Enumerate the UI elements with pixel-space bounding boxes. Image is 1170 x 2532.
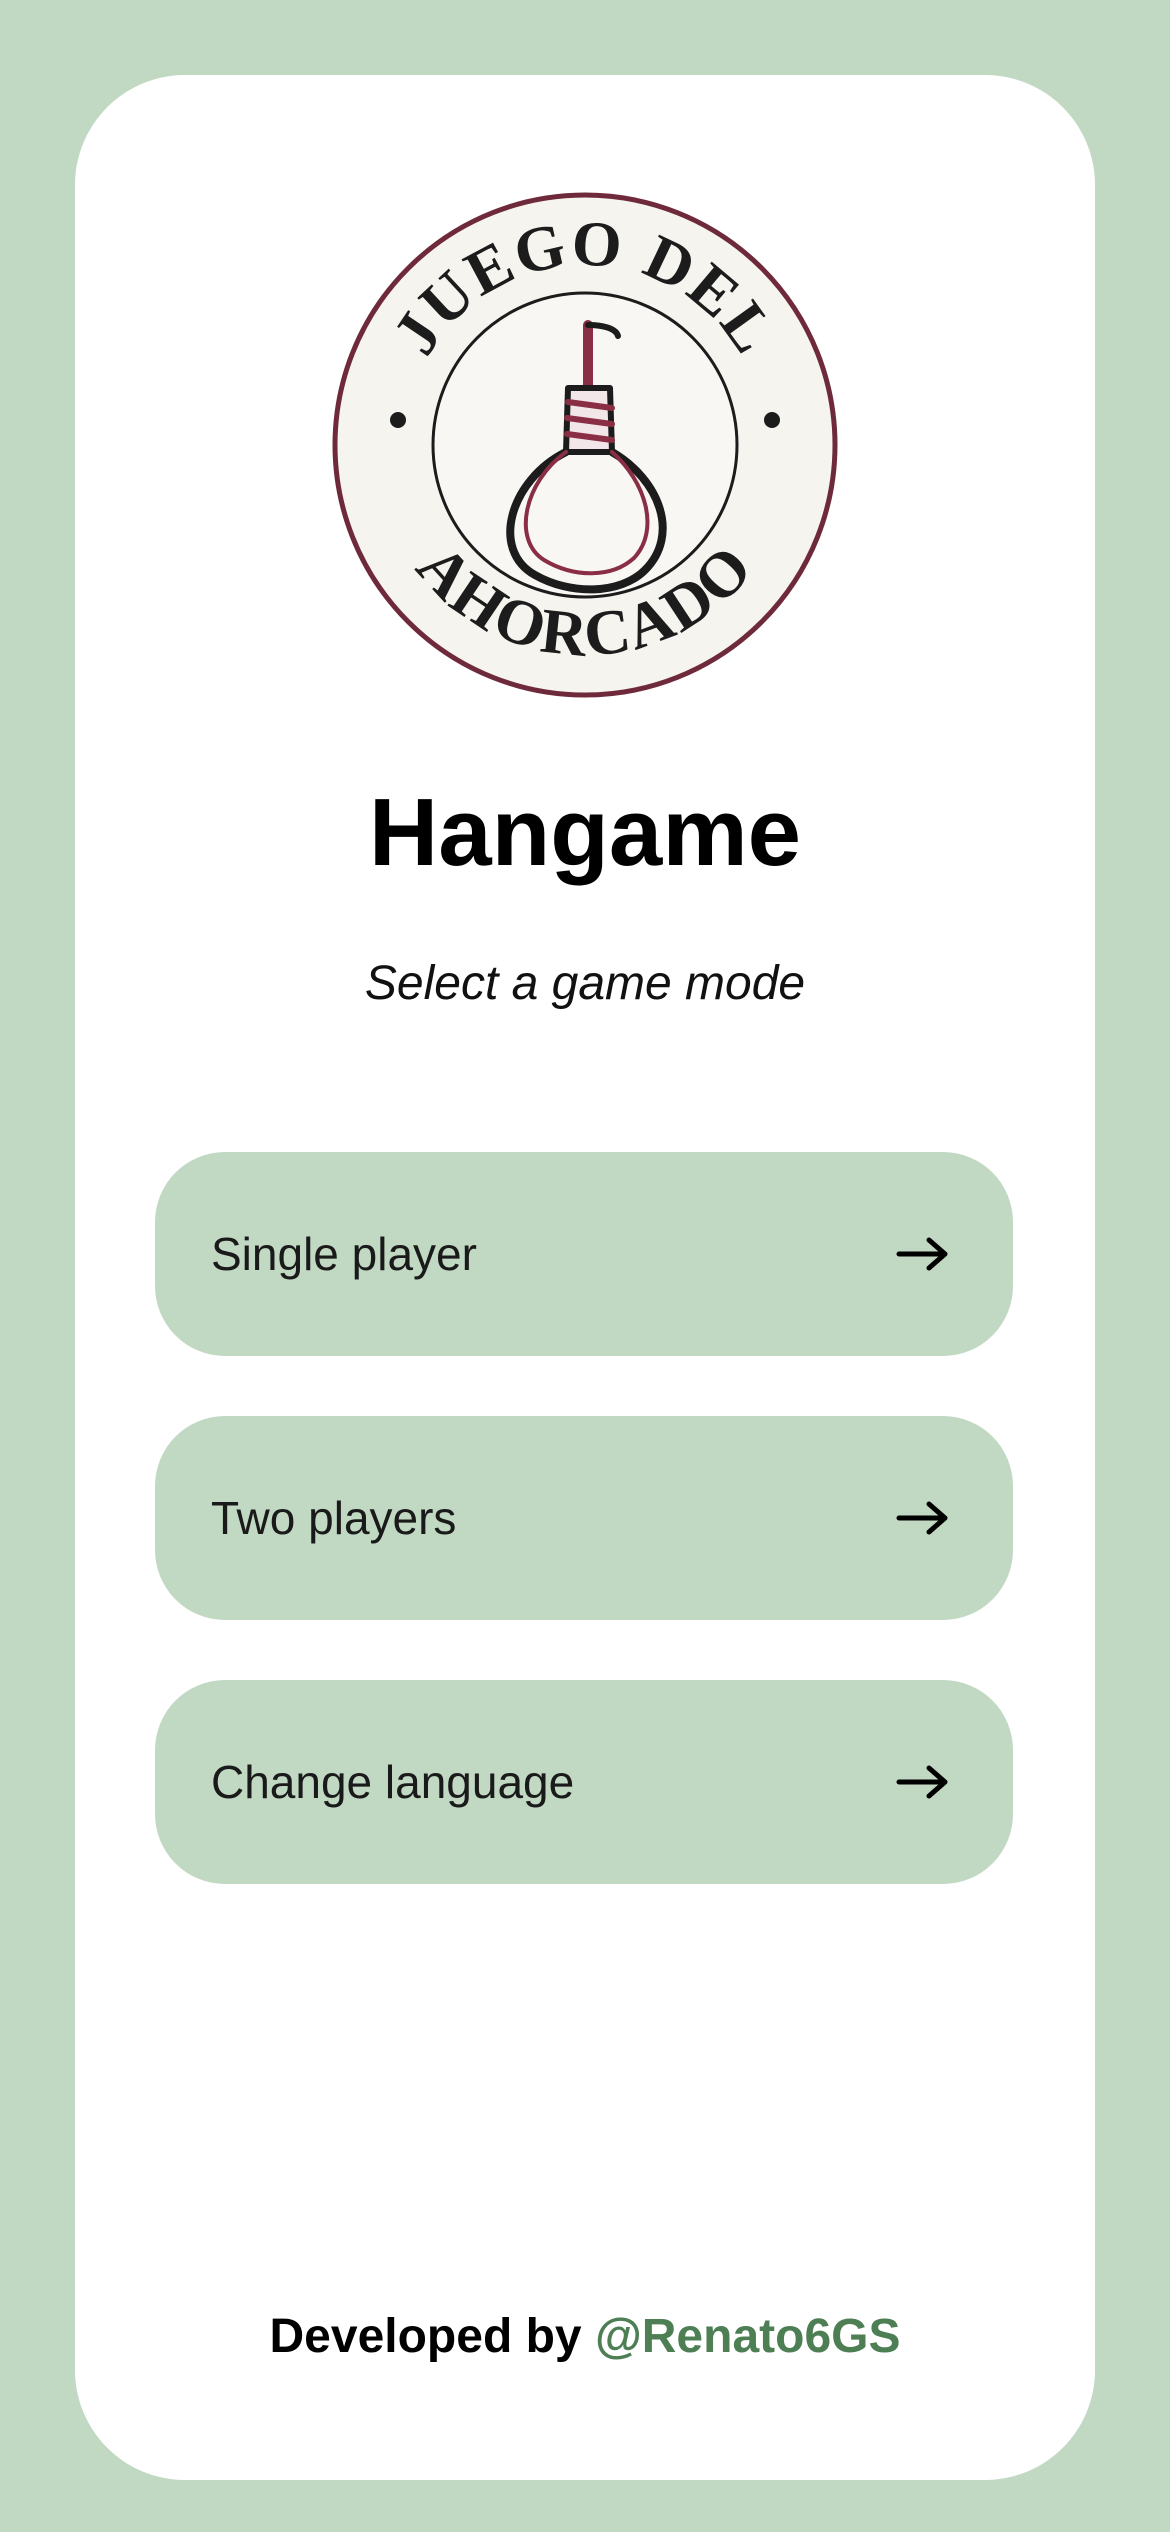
page-subtitle: Select a game mode: [364, 957, 806, 1010]
single-player-button[interactable]: Single player: [155, 1152, 1013, 1356]
change-language-button[interactable]: Change language: [155, 1680, 1013, 1884]
arrow-right-icon: [896, 1501, 948, 1535]
single-player-label: Single player: [211, 1228, 477, 1280]
footer-prefix: Developed by: [269, 2310, 582, 2363]
arrow-right-icon: [896, 1237, 948, 1271]
main-card: JUEGO DEL AHORCADO Hangame Select a game…: [75, 75, 1095, 2480]
developer-link[interactable]: @Renato6GS: [595, 2310, 901, 2363]
footer-credit: Developed by @Renato6GS: [75, 2308, 1095, 2366]
change-language-label: Change language: [211, 1756, 575, 1808]
two-players-label: Two players: [211, 1492, 457, 1544]
two-players-button[interactable]: Two players: [155, 1416, 1013, 1620]
arrow-right-icon: [896, 1765, 948, 1799]
hangman-logo: JUEGO DEL AHORCADO: [332, 192, 838, 698]
page-title: Hangame: [368, 779, 802, 886]
